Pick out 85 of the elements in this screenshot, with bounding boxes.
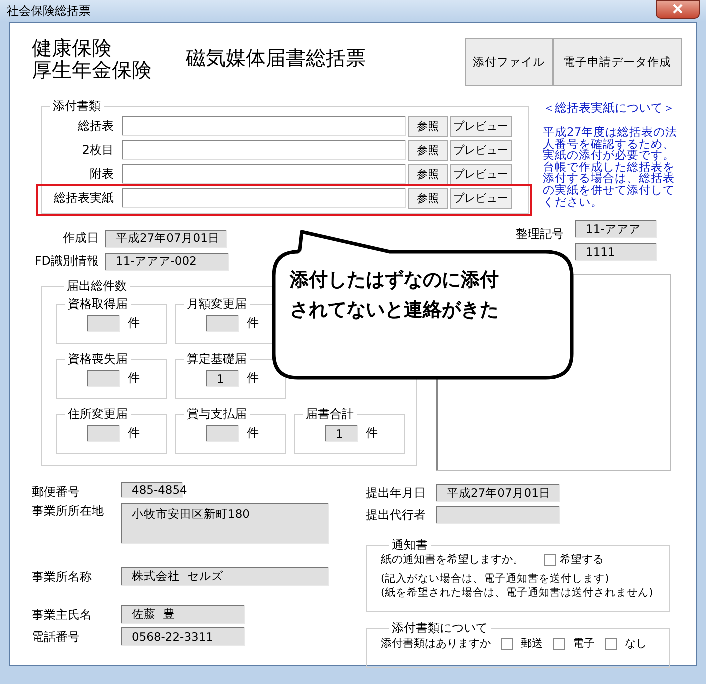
checkbox-label: 電子 bbox=[573, 636, 595, 651]
unit-label: 件 bbox=[247, 370, 259, 387]
field-label: 郵便番号 bbox=[32, 484, 81, 501]
note-text: 平成27年度は総括表の法人番号を確認するため、実紙の添付が必要です。台帳で作成した総括表を添付する場合は、総括表の実紙を併せて添付してください。 bbox=[543, 127, 679, 208]
unit-label: 件 bbox=[366, 425, 378, 442]
field-label: 事業所所在地 bbox=[32, 503, 105, 520]
note-heading: ＜総括表実紙について＞ bbox=[543, 100, 676, 117]
browse-button[interactable]: 参照 bbox=[408, 140, 448, 160]
field-label: 作成日 bbox=[62, 230, 99, 247]
field-label: 2枚目 bbox=[81, 142, 114, 158]
group-legend: 資格喪失届 bbox=[65, 353, 131, 365]
field-label: 提出年月日 bbox=[366, 484, 427, 502]
file-path-field[interactable] bbox=[122, 188, 406, 208]
text-field[interactable]: 佐藤 豊 bbox=[121, 605, 245, 624]
file-path-field[interactable] bbox=[122, 164, 406, 184]
notice-note: (紙を希望された場合は、電子通知書は送付されません) bbox=[381, 586, 654, 600]
group-legend: 通知書 bbox=[389, 539, 431, 551]
id-field[interactable]: 11-アアア-002 bbox=[105, 252, 229, 270]
file-path-field[interactable] bbox=[122, 116, 406, 136]
text-field[interactable]: 0568-22-3311 bbox=[121, 627, 245, 646]
preview-button[interactable]: プレビュー bbox=[450, 164, 512, 184]
count-field[interactable] bbox=[206, 425, 239, 442]
group-legend: 賞与支払届 bbox=[184, 408, 250, 420]
callout-text: されてないと連絡がきた bbox=[290, 298, 499, 323]
count-field[interactable] bbox=[206, 315, 239, 332]
form-title: 磁気媒体届書総括票 bbox=[186, 45, 366, 72]
header-button[interactable]: 電子申請データ作成 bbox=[553, 38, 682, 86]
field-label: FD識別情報 bbox=[34, 253, 99, 270]
field-label: 電話番号 bbox=[32, 629, 81, 646]
callout-text: 添付したはずなのに添付 bbox=[290, 268, 499, 293]
count-field[interactable]: 1 bbox=[325, 425, 358, 442]
group-legend: 資格取得届 bbox=[65, 298, 131, 310]
browse-button[interactable]: 参照 bbox=[408, 164, 448, 184]
checkbox-label: 郵送 bbox=[521, 636, 543, 651]
browse-button[interactable]: 参照 bbox=[408, 116, 448, 136]
preview-button[interactable]: プレビュー bbox=[450, 188, 512, 208]
text-field[interactable]: 平成27年07月01日 bbox=[436, 484, 560, 502]
close-icon bbox=[672, 4, 684, 14]
checkbox-label: 希望する bbox=[560, 552, 604, 567]
checkbox[interactable] bbox=[544, 554, 556, 566]
unit-label: 件 bbox=[128, 425, 140, 442]
group-legend: 添付書類 bbox=[50, 100, 104, 112]
notice-note: (記入がない場合は、電子通知書を送付します) bbox=[381, 572, 610, 586]
count-field[interactable] bbox=[87, 315, 120, 332]
date-field[interactable]: 平成27年07月01日 bbox=[105, 230, 227, 248]
file-path-field[interactable] bbox=[122, 140, 406, 160]
unit-label: 件 bbox=[128, 370, 140, 387]
count-field[interactable] bbox=[87, 370, 120, 387]
field-label: 附表 bbox=[89, 166, 114, 182]
field-label: 整理記号 bbox=[516, 226, 564, 243]
header-button[interactable]: 添付ファイル bbox=[465, 38, 553, 86]
group-legend: 月額変更届 bbox=[184, 298, 250, 310]
unit-label: 件 bbox=[247, 315, 259, 332]
count-field[interactable]: 1 bbox=[206, 370, 239, 387]
field-label: 総括表 bbox=[77, 118, 114, 134]
field-label: 事業主氏名 bbox=[32, 607, 93, 624]
count-field[interactable] bbox=[87, 425, 120, 442]
reference-field[interactable]: 11-アアア bbox=[575, 220, 657, 238]
preview-button[interactable]: プレビュー bbox=[450, 140, 512, 160]
insurance-name: 健康保険 bbox=[32, 37, 113, 59]
checkbox[interactable] bbox=[553, 638, 565, 650]
question-text: 紙の通知書を希望しますか。 bbox=[381, 552, 524, 567]
checkbox[interactable] bbox=[501, 638, 513, 650]
text-field[interactable]: 株式会社 セルズ bbox=[121, 567, 329, 586]
browse-button[interactable]: 参照 bbox=[408, 188, 448, 208]
insurance-name: 厚生年金保険 bbox=[32, 59, 152, 81]
group-legend: 添付書類について bbox=[389, 622, 491, 634]
reference-field[interactable]: 1111 bbox=[575, 243, 657, 261]
unit-label: 件 bbox=[247, 425, 259, 442]
group-legend: 住所変更届 bbox=[65, 408, 131, 420]
window-title: 社会保険総括票 bbox=[7, 2, 91, 20]
text-field[interactable]: 小牧市安田区新町180 bbox=[121, 503, 329, 544]
group-legend: 届出総件数 bbox=[64, 280, 130, 292]
text-field[interactable] bbox=[436, 506, 560, 524]
checkbox[interactable] bbox=[605, 638, 617, 650]
preview-button[interactable]: プレビュー bbox=[450, 116, 512, 136]
question-text: 添付書類はありますか bbox=[381, 636, 491, 651]
field-label: 総括表実紙 bbox=[53, 190, 114, 206]
checkbox-label: なし bbox=[625, 636, 647, 651]
group-legend: 届書合計 bbox=[303, 408, 357, 420]
unit-label: 件 bbox=[128, 315, 140, 332]
group-legend: 算定基礎届 bbox=[184, 353, 250, 365]
close-button[interactable] bbox=[656, 0, 700, 18]
field-label: 事業所名称 bbox=[32, 569, 93, 586]
field-label: 提出代行者 bbox=[366, 506, 427, 524]
